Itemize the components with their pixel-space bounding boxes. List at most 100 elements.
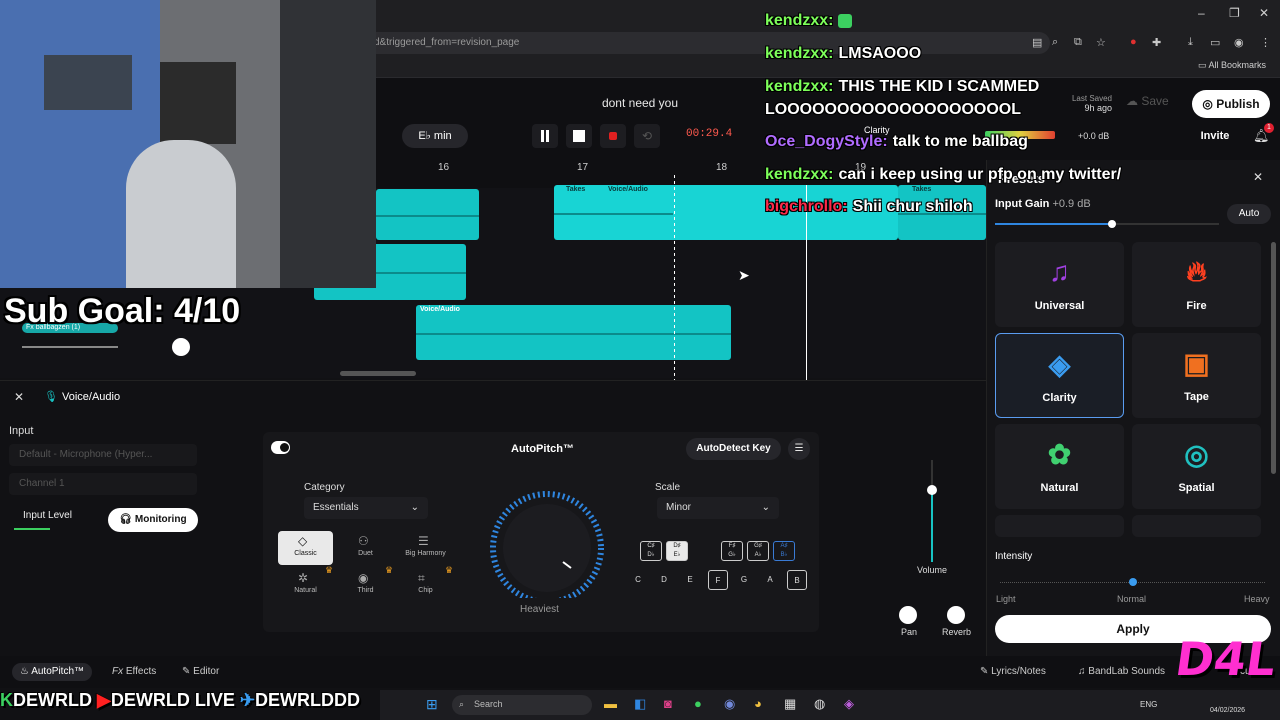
windows-start-icon[interactable]: ⊞ bbox=[426, 696, 438, 713]
key-button[interactable]: E♭ min bbox=[402, 124, 468, 148]
zoom-icon[interactable]: ⌕ bbox=[1052, 36, 1058, 49]
preset-clarity[interactable]: ◈ Clarity bbox=[995, 333, 1124, 418]
mode-big-harmony[interactable]: ☰ Big Harmony bbox=[398, 531, 453, 565]
tab-lyrics[interactable]: ✎ Lyrics/Notes bbox=[980, 663, 1046, 681]
tab-bandlab-sounds[interactable]: ♫ BandLab Sounds bbox=[1078, 663, 1165, 681]
settings-sliders-icon[interactable]: ☰ bbox=[788, 438, 810, 460]
note-a[interactable]: A bbox=[760, 570, 780, 590]
mode-classic[interactable]: ◇ Classic bbox=[278, 531, 333, 565]
gain-readout: +0.0 dB bbox=[1078, 131, 1110, 141]
intensity-thumb[interactable] bbox=[1129, 578, 1137, 586]
timeline-scrollbar[interactable] bbox=[340, 371, 416, 376]
audio-clip-voice[interactable]: Voice/Audio bbox=[416, 305, 731, 360]
taskbar-search[interactable]: ⌕ Search bbox=[452, 695, 592, 715]
note-e[interactable]: E bbox=[680, 570, 700, 590]
auto-gain-button[interactable]: Auto bbox=[1227, 204, 1271, 224]
tab-editor[interactable]: ✎ Editor bbox=[182, 663, 219, 681]
reverb-knob[interactable] bbox=[947, 606, 965, 624]
monitoring-button[interactable]: 🎧︎ Monitoring bbox=[108, 508, 198, 532]
preset-scrollbar[interactable] bbox=[1271, 242, 1276, 474]
preset-natural[interactable]: ✿ Natural bbox=[995, 424, 1124, 509]
mode-duet[interactable]: ⚇ Duet bbox=[338, 531, 393, 565]
song-title[interactable]: dont need you bbox=[560, 96, 720, 110]
note-dsharp[interactable]: D♯ E♭ bbox=[666, 541, 688, 561]
invite-button[interactable]: Invite bbox=[1192, 126, 1238, 146]
chat-message: kendzxx: bbox=[765, 12, 853, 30]
language-indicator[interactable]: ENG bbox=[1140, 700, 1157, 709]
preset-universal[interactable]: ♫ Universal bbox=[995, 242, 1124, 327]
sidepanel-icon[interactable]: ▭ bbox=[1210, 36, 1220, 49]
discord-icon[interactable]: ◉ bbox=[724, 696, 735, 712]
audio-clip[interactable] bbox=[376, 189, 479, 240]
profile-avatar[interactable]: ◉ bbox=[1234, 36, 1244, 49]
pause-button[interactable] bbox=[532, 124, 558, 148]
obs-icon[interactable]: ◍ bbox=[814, 696, 825, 712]
publish-button[interactable]: ◎ Publish bbox=[1192, 90, 1270, 118]
close-panel-icon[interactable]: ✕ bbox=[1253, 170, 1263, 184]
preset-partial[interactable] bbox=[1132, 515, 1261, 537]
note-gsharp[interactable]: G♯ A♭ bbox=[747, 541, 769, 561]
close-editor-icon[interactable]: ✕ bbox=[14, 390, 24, 404]
volume-label: Volume bbox=[917, 565, 948, 575]
scale-label: Scale bbox=[655, 482, 681, 493]
loop-marker bbox=[674, 175, 675, 380]
note-b[interactable]: B bbox=[787, 570, 807, 590]
app-icon[interactable]: ▦ bbox=[784, 696, 796, 712]
kick-icon: K bbox=[0, 690, 13, 710]
pan-knob[interactable] bbox=[899, 606, 917, 624]
input-device-select[interactable]: Default - Microphone (Hyper... bbox=[9, 444, 197, 466]
preset-partial[interactable] bbox=[995, 515, 1124, 537]
scale-select[interactable]: Minor ⌄ bbox=[657, 497, 779, 519]
app-icon[interactable]: ◈ bbox=[844, 696, 854, 712]
tab-effects[interactable]: Fx Effects bbox=[112, 663, 156, 681]
all-bookmarks[interactable]: ▭ All Bookmarks bbox=[1198, 60, 1266, 71]
track-pan-knob[interactable] bbox=[172, 338, 190, 356]
restore-icon[interactable]: ❐ bbox=[1229, 6, 1240, 20]
autodetect-key-button[interactable]: AutoDetect Key bbox=[686, 438, 781, 460]
extensions-icon[interactable]: ✚ bbox=[1152, 36, 1161, 49]
stop-button[interactable] bbox=[566, 124, 592, 148]
autopitch-toggle[interactable] bbox=[271, 441, 290, 454]
bookmark-star-icon[interactable]: ☆ bbox=[1096, 36, 1106, 49]
browser-menu-icon[interactable]: ⋮ bbox=[1260, 36, 1271, 49]
spiral-icon: ◎ bbox=[1184, 439, 1209, 470]
preset-tape[interactable]: ▣ Tape bbox=[1132, 333, 1261, 418]
category-select[interactable]: Essentials ⌄ bbox=[304, 497, 428, 519]
save-button[interactable]: ☁ Save bbox=[1126, 94, 1182, 114]
note-asharp[interactable]: A♯ B♭ bbox=[773, 541, 795, 561]
preset-spatial[interactable]: ◎ Spatial bbox=[1132, 424, 1261, 509]
note-fsharp[interactable]: F♯ G♭ bbox=[721, 541, 743, 561]
loop-button[interactable]: ⟲ bbox=[634, 124, 660, 148]
spotify-icon[interactable]: ● bbox=[694, 696, 702, 711]
duet-icon: ⚇ bbox=[358, 534, 369, 548]
close-window-icon[interactable]: ✕ bbox=[1259, 6, 1269, 20]
file-explorer-icon[interactable]: ▬ bbox=[604, 696, 617, 711]
install-icon[interactable]: ⧉ bbox=[1074, 36, 1082, 49]
channel-select[interactable]: Channel 1 bbox=[9, 473, 197, 495]
tab-autopitch[interactable]: ♨ AutoPitch™ bbox=[12, 663, 93, 681]
note-csharp[interactable]: C♯ D♭ bbox=[640, 541, 662, 561]
track-volume-slider[interactable] bbox=[22, 346, 118, 348]
autopitch-title: AutoPitch™ bbox=[511, 443, 574, 455]
clock-date[interactable]: 04/02/2026 bbox=[1210, 707, 1245, 714]
reader-icon[interactable]: ▤ bbox=[1032, 36, 1042, 49]
note-f[interactable]: F bbox=[708, 570, 728, 590]
store-icon[interactable]: ◧ bbox=[634, 696, 646, 712]
preset-fire[interactable]: 🔥︎ Fire bbox=[1132, 242, 1261, 327]
strength-knob[interactable] bbox=[487, 490, 607, 598]
chrome-icon[interactable]: ◕ bbox=[754, 696, 762, 711]
note-g[interactable]: G bbox=[734, 570, 754, 590]
volume-fader-thumb[interactable] bbox=[927, 485, 937, 495]
input-gain-thumb[interactable] bbox=[1108, 220, 1116, 228]
address-bar[interactable]: d&triggered_from=revision_page bbox=[360, 32, 1050, 54]
minimize-icon[interactable]: – bbox=[1198, 6, 1205, 20]
youtube-icon: ▶ bbox=[97, 690, 111, 710]
extension-record-icon[interactable]: ● bbox=[1130, 36, 1137, 48]
intensity-normal: Normal bbox=[1117, 594, 1147, 604]
note-d[interactable]: D bbox=[654, 570, 674, 590]
record-button[interactable] bbox=[600, 124, 626, 148]
input-heading: Input bbox=[9, 425, 34, 437]
download-icon[interactable]: ⤓ bbox=[1188, 36, 1193, 49]
instagram-icon[interactable]: ◙ bbox=[664, 696, 672, 711]
note-c[interactable]: C bbox=[628, 570, 648, 590]
